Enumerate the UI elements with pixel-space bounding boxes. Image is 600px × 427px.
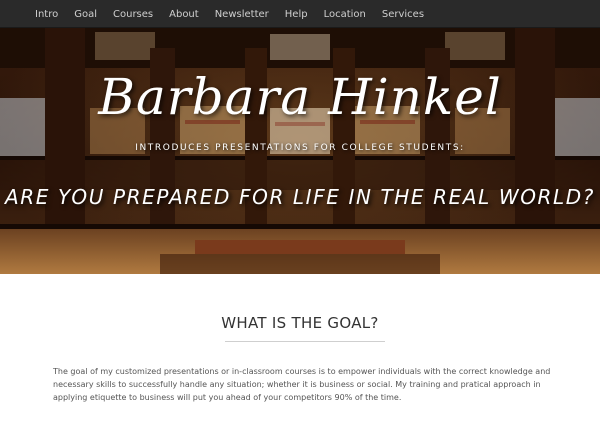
hero-subtitle: INTRODUCES PRESENTATIONS FOR COLLEGE STU… [135,143,465,153]
hero-banner: Barbara Hinkel INTRODUCES PRESENTATIONS … [0,28,600,274]
hero-tagline: ARE YOU PREPARED FOR LIFE IN THE REAL WO… [5,185,595,209]
nav-item-courses[interactable]: Courses [113,9,153,20]
nav-item-goal[interactable]: Goal [74,9,97,20]
nav-item-newsletter[interactable]: Newsletter [215,9,269,20]
page: Intro Goal Courses About Newsletter Help… [0,0,600,427]
hero-name-title: Barbara Hinkel [98,68,502,126]
nav-item-services[interactable]: Services [382,9,424,20]
nav-item-help[interactable]: Help [285,9,308,20]
heading-divider [225,341,385,342]
nav-item-about[interactable]: About [169,9,199,20]
goal-description: The goal of my customized presentations … [53,367,551,402]
nav-item-intro[interactable]: Intro [35,9,58,20]
nav-item-location[interactable]: Location [324,9,366,20]
top-navigation: Intro Goal Courses About Newsletter Help… [0,0,600,28]
goal-section-heading: WHAT IS THE GOAL? [221,314,379,332]
